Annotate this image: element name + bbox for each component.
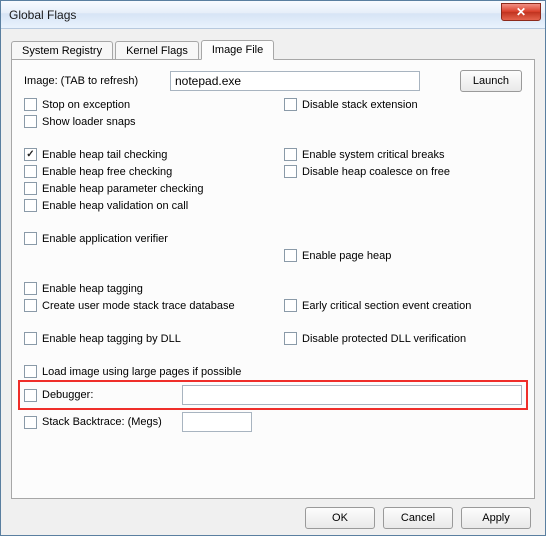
chk-show-loader-snaps[interactable] <box>24 115 37 128</box>
chk-heap-tail[interactable] <box>24 148 37 161</box>
global-flags-window: Global Flags ✕ System Registry Kernel Fl… <box>0 0 546 536</box>
chk-disable-stack-ext[interactable] <box>284 98 297 111</box>
tab-kernel-flags[interactable]: Kernel Flags <box>115 41 199 60</box>
tabpanel-image-file: Image: (TAB to refresh) Launch Stop on e… <box>11 59 535 499</box>
apply-button[interactable]: Apply <box>461 507 531 529</box>
chk-heap-tagging[interactable] <box>24 282 37 295</box>
lbl-heap-param: Enable heap parameter checking <box>42 183 203 195</box>
lbl-debugger: Debugger: <box>42 389 182 401</box>
chk-heap-tag-dll[interactable] <box>24 332 37 345</box>
chk-heap-valid-call[interactable] <box>24 199 37 212</box>
lbl-heap-tag-dll: Enable heap tagging by DLL <box>42 333 181 345</box>
close-icon: ✕ <box>516 5 526 19</box>
launch-button[interactable]: Launch <box>460 70 522 92</box>
lbl-ust: Create user mode stack trace database <box>42 300 235 312</box>
lbl-stack-backtrace: Stack Backtrace: (Megs) <box>42 416 182 428</box>
lbl-show-loader-snaps: Show loader snaps <box>42 116 136 128</box>
lbl-page-heap: Enable page heap <box>302 250 391 262</box>
lbl-disable-prot-dll: Disable protected DLL verification <box>302 333 466 345</box>
chk-early-cs[interactable] <box>284 299 297 312</box>
image-input[interactable] <box>170 71 420 91</box>
titlebar: Global Flags ✕ <box>1 1 545 29</box>
lbl-heap-valid-call: Enable heap validation on call <box>42 200 188 212</box>
chk-ust[interactable] <box>24 299 37 312</box>
image-row: Image: (TAB to refresh) Launch <box>24 70 522 92</box>
cancel-button[interactable]: Cancel <box>383 507 453 529</box>
window-title: Global Flags <box>9 8 76 22</box>
chk-disable-prot-dll[interactable] <box>284 332 297 345</box>
chk-page-heap[interactable] <box>284 249 297 262</box>
lbl-stop-exception: Stop on exception <box>42 99 130 111</box>
lbl-sys-crit-breaks: Enable system critical breaks <box>302 149 444 161</box>
debugger-highlight: Debugger: <box>18 380 528 410</box>
lbl-early-cs: Early critical section event creation <box>302 300 471 312</box>
chk-app-verifier[interactable] <box>24 232 37 245</box>
chk-stop-exception[interactable] <box>24 98 37 111</box>
client-area: System Registry Kernel Flags Image File … <box>1 29 545 535</box>
lbl-heap-tagging: Enable heap tagging <box>42 283 143 295</box>
lbl-disable-coalesce: Disable heap coalesce on free <box>302 166 450 178</box>
chk-stack-backtrace[interactable] <box>24 416 37 429</box>
tab-system-registry[interactable]: System Registry <box>11 41 113 60</box>
lbl-app-verifier: Enable application verifier <box>42 233 168 245</box>
lbl-heap-tail: Enable heap tail checking <box>42 149 167 161</box>
lbl-disable-stack-ext: Disable stack extension <box>302 99 418 111</box>
stack-backtrace-input[interactable] <box>182 412 252 432</box>
lbl-large-pages: Load image using large pages if possible <box>42 366 241 378</box>
lbl-heap-free: Enable heap free checking <box>42 166 172 178</box>
dialog-buttons: OK Cancel Apply <box>11 499 535 529</box>
chk-disable-coalesce[interactable] <box>284 165 297 178</box>
chk-debugger[interactable] <box>24 389 37 402</box>
ok-button[interactable]: OK <box>305 507 375 529</box>
debugger-input[interactable] <box>182 385 522 405</box>
chk-heap-free[interactable] <box>24 165 37 178</box>
close-button[interactable]: ✕ <box>501 3 541 21</box>
chk-large-pages[interactable] <box>24 365 37 378</box>
tab-image-file[interactable]: Image File <box>201 40 274 60</box>
chk-sys-crit-breaks[interactable] <box>284 148 297 161</box>
image-label: Image: (TAB to refresh) <box>24 75 164 87</box>
tabstrip: System Registry Kernel Flags Image File <box>11 37 535 59</box>
chk-heap-param[interactable] <box>24 182 37 195</box>
